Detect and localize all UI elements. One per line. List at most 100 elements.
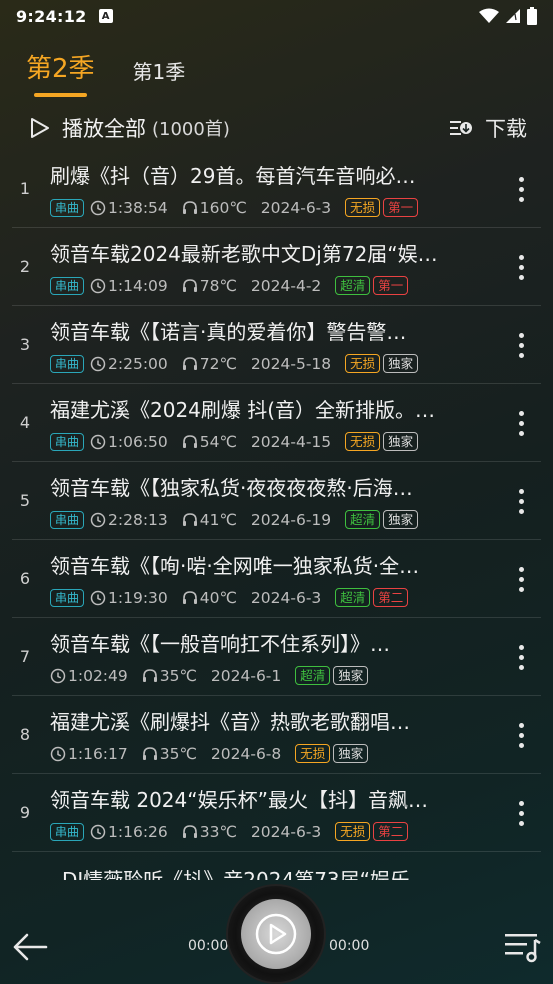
download-list-icon xyxy=(450,121,472,135)
headphone-icon xyxy=(182,512,197,526)
headphone-icon xyxy=(182,434,197,448)
quality-badge: 无损 xyxy=(345,198,381,217)
song-title: 领音车载《【咰·啱·全网唯一独家私货·全… xyxy=(50,554,420,578)
song-index: 9 xyxy=(19,803,31,822)
medley-tag: 串曲 xyxy=(50,432,85,451)
song-heat: 54℃ xyxy=(182,433,237,451)
song-row[interactable]: 2 领音车载2024最新老歌中文Dj第72届“娱… 串曲 1:14:09 78℃… xyxy=(12,228,541,306)
song-duration: 2:25:00 xyxy=(90,355,168,373)
song-duration: 1:16:17 xyxy=(50,745,128,763)
song-index: 5 xyxy=(19,491,31,510)
song-date: 2024-6-8 xyxy=(210,744,282,763)
headphone-icon xyxy=(182,278,197,292)
more-options-icon[interactable] xyxy=(501,462,541,540)
song-duration: 2:28:13 xyxy=(90,511,168,529)
battery-icon xyxy=(527,7,537,25)
tab-season-2[interactable]: 第2季 xyxy=(26,48,95,97)
song-index: 2 xyxy=(19,257,31,276)
clock-icon xyxy=(50,746,66,761)
notification-icon: A xyxy=(98,9,113,23)
more-options-icon[interactable] xyxy=(501,384,541,462)
headphone-icon xyxy=(182,200,197,214)
heat-text: 35℃ xyxy=(159,744,197,763)
heat-text: 33℃ xyxy=(199,822,237,841)
tab-season-1[interactable]: 第1季 xyxy=(133,56,186,85)
play-disc-button[interactable] xyxy=(228,886,324,982)
more-options-icon[interactable] xyxy=(501,696,541,774)
quality-badge: 无损 xyxy=(345,432,381,451)
heat-text: 160℃ xyxy=(199,198,247,217)
song-meta: 1:16:17 35℃ 2024-6-8 无损 独家 xyxy=(50,744,541,763)
song-title: 领音车载2024最新老歌中文Dj第72届“娱… xyxy=(50,242,438,266)
quality-badge: 独家 xyxy=(333,666,369,685)
wifi-icon xyxy=(479,8,499,23)
song-duration: 1:14:09 xyxy=(90,277,168,295)
duration-text: 1:38:54 xyxy=(108,198,168,217)
song-row[interactable]: 4 福建尤溪《2024刷爆 抖(音）全新排版。… 串曲 1:06:50 54℃ … xyxy=(12,384,541,462)
headphone-icon xyxy=(182,356,197,370)
more-options-icon[interactable] xyxy=(501,228,541,306)
song-meta: 串曲 1:16:26 33℃ 2024-6-3 无损 第二 xyxy=(50,822,541,841)
disc-center xyxy=(241,899,311,969)
song-index: 4 xyxy=(19,413,31,432)
song-row[interactable]: 1 刷爆《抖（音）29首。每首汽车音响必… 串曲 1:38:54 160℃ 20… xyxy=(12,150,541,228)
headphone-icon xyxy=(182,590,197,604)
more-options-icon[interactable] xyxy=(501,540,541,618)
status-bar: 9:24:12 A xyxy=(0,0,553,32)
song-row[interactable]: 3 领音车载《【诺言·真的爱着你】警告警… 串曲 2:25:00 72℃ 202… xyxy=(12,306,541,384)
song-row[interactable]: 5 领音车载《【独家私货·夜夜夜夜熬·后海… 串曲 2:28:13 41℃ 20… xyxy=(12,462,541,540)
back-arrow-icon[interactable] xyxy=(12,930,48,964)
song-list: 1 刷爆《抖（音）29首。每首汽车音响必… 串曲 1:38:54 160℃ 20… xyxy=(0,150,553,878)
headphone-icon xyxy=(182,824,197,838)
song-title: 福建尤溪《2024刷爆 抖(音）全新排版。… xyxy=(50,398,436,422)
playlist-icon[interactable] xyxy=(503,930,543,964)
heat-text: 72℃ xyxy=(199,354,237,373)
play-all-label: 播放全部 xyxy=(62,117,146,141)
clock-icon xyxy=(90,200,106,215)
clock-icon xyxy=(90,434,106,449)
song-title: 领音车载《【一般音响扛不住系列】》… xyxy=(50,632,390,656)
song-index: 7 xyxy=(19,647,31,666)
song-date: 2024-4-2 xyxy=(250,276,322,295)
song-meta: 串曲 2:28:13 41℃ 2024-6-19 超清 独家 xyxy=(50,510,541,529)
song-row[interactable]: 6 领音车载《【咰·啱·全网唯一独家私货·全… 串曲 1:19:30 40℃ 2… xyxy=(12,540,541,618)
song-heat: 160℃ xyxy=(182,199,247,217)
play-circle-icon xyxy=(255,913,297,955)
clock-icon xyxy=(50,668,66,683)
play-all-button[interactable]: 播放全部 (1000首) xyxy=(30,113,230,143)
duration-text: 1:02:49 xyxy=(68,666,128,685)
more-options-icon[interactable] xyxy=(501,618,541,696)
song-heat: 72℃ xyxy=(182,355,237,373)
song-row[interactable]: 8 福建尤溪《刷爆抖《音》热歌老歌翻唱… 1:16:17 35℃ 2024-6-… xyxy=(12,696,541,774)
song-info: 领音车载 2024“娱乐杯”最火【抖】音飙… 串曲 1:16:26 33℃ 20… xyxy=(50,784,541,841)
heat-text: 78℃ xyxy=(199,276,237,295)
song-title: 福建尤溪《刷爆抖《音》热歌老歌翻唱… xyxy=(50,710,410,734)
song-date: 2024-6-3 xyxy=(260,198,332,217)
clock-icon xyxy=(90,512,106,527)
song-heat: 35℃ xyxy=(142,667,197,685)
medley-tag: 串曲 xyxy=(50,510,85,529)
song-index: 1 xyxy=(19,179,31,198)
more-options-icon[interactable] xyxy=(501,150,541,228)
song-duration: 1:38:54 xyxy=(90,199,168,217)
more-options-icon[interactable] xyxy=(501,306,541,384)
song-row[interactable]: 9 领音车载 2024“娱乐杯”最火【抖】音飙… 串曲 1:16:26 33℃ … xyxy=(12,774,541,852)
quality-badge: 无损 xyxy=(295,744,331,763)
headphone-icon xyxy=(142,668,157,682)
song-date: 2024-4-15 xyxy=(250,432,332,451)
download-button[interactable]: 下载 xyxy=(449,113,527,143)
song-info: 领音车载《【咰·啱·全网唯一独家私货·全… 串曲 1:19:30 40℃ 202… xyxy=(50,550,541,607)
song-info: 福建尤溪《刷爆抖《音》热歌老歌翻唱… 1:16:17 35℃ 2024-6-8 … xyxy=(50,706,541,763)
more-options-icon[interactable] xyxy=(501,774,541,852)
status-icons xyxy=(479,7,537,25)
status-time: 9:24:12 xyxy=(16,6,87,26)
medley-tag: 串曲 xyxy=(50,822,85,841)
song-heat: 35℃ xyxy=(142,745,197,763)
medley-tag: 串曲 xyxy=(50,588,85,607)
song-info: 刷爆《抖（音）29首。每首汽车音响必… 串曲 1:38:54 160℃ 2024… xyxy=(50,160,541,217)
song-duration: 1:19:30 xyxy=(90,589,168,607)
quality-badge: 超清 xyxy=(345,510,381,529)
song-info: 领音车载2024最新老歌中文Dj第72届“娱… 串曲 1:14:09 78℃ 2… xyxy=(50,238,541,295)
song-row[interactable]: 7 领音车载《【一般音响扛不住系列】》… 1:02:49 35℃ 2024-6-… xyxy=(12,618,541,696)
song-title: 领音车载《【诺言·真的爱着你】警告警… xyxy=(50,320,407,344)
